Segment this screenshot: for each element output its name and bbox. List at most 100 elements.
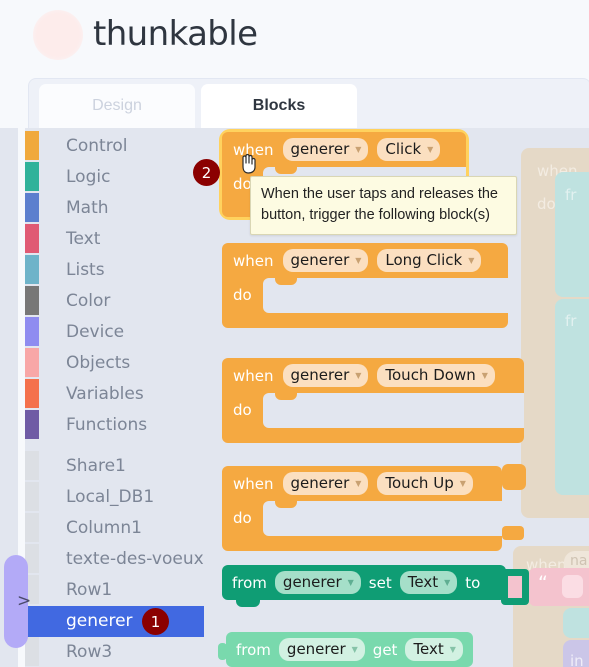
- when-long-click-body[interactable]: when generer ▼ Long Click ▼ do: [222, 243, 508, 328]
- palette-item-generer[interactable]: generer: [25, 606, 204, 637]
- category-color-chip: [25, 162, 39, 191]
- property-dropdown-label: Text: [413, 640, 444, 658]
- component-dropdown-generer[interactable]: generer ▼: [282, 138, 369, 161]
- palette-item-local-db1[interactable]: Local_DB1: [25, 482, 204, 513]
- palette-category-device[interactable]: Device: [25, 317, 204, 348]
- palette-category-functions[interactable]: Functions: [25, 410, 204, 441]
- category-color-chip: [25, 379, 39, 408]
- annotation-badge-2: 2: [193, 159, 220, 186]
- chevron-down-icon: ▼: [459, 478, 466, 488]
- component-dropdown-generer[interactable]: generer ▼: [278, 638, 365, 661]
- do-label: do: [233, 286, 252, 304]
- property-dropdown-text[interactable]: Text ▼: [405, 638, 463, 661]
- event-dropdown-label: Touch Down: [385, 366, 476, 384]
- chevron-down-icon: ▼: [468, 255, 475, 265]
- background-green-plug-notch: [508, 576, 522, 598]
- property-dropdown-label: Text: [407, 573, 439, 591]
- palette-item-column1[interactable]: Column1: [25, 513, 204, 544]
- component-dropdown-generer[interactable]: generer ▼: [282, 364, 369, 387]
- event-dropdown-label: Long Click: [385, 251, 463, 269]
- thunkable-blob-logo[interactable]: [33, 10, 85, 60]
- palette-category-lists[interactable]: Lists: [25, 255, 204, 286]
- chevron-down-icon: ▼: [427, 144, 434, 154]
- block-when-touch-down[interactable]: when generer ▼ Touch Down ▼ do: [222, 358, 524, 443]
- component-dropdown-generer[interactable]: generer ▼: [282, 472, 369, 495]
- hand-cursor-icon: [238, 152, 258, 178]
- chevron-down-icon: ▼: [355, 478, 362, 488]
- getter-body[interactable]: from generer ▼ get Text ▼: [218, 632, 473, 667]
- brand-title: thunkable: [93, 14, 258, 54]
- category-label: Control: [66, 136, 128, 156]
- palette-category-text[interactable]: Text: [25, 224, 204, 255]
- property-dropdown-text[interactable]: Text ▼: [399, 571, 458, 594]
- component-chip: [25, 482, 39, 511]
- category-label: Lists: [66, 260, 105, 280]
- category-label: Text: [66, 229, 101, 249]
- palette-category-variables[interactable]: Variables: [25, 379, 204, 410]
- when-keyword: when: [233, 474, 274, 493]
- category-color-chip: [25, 348, 39, 377]
- category-label: Device: [66, 322, 125, 342]
- block-from-get-text[interactable]: from generer ▼ get Text ▼: [218, 632, 473, 667]
- block-foot: [222, 433, 524, 443]
- bottom-notch: [236, 599, 260, 607]
- palette-category-math[interactable]: Math: [25, 193, 204, 224]
- tooltip-line-1: When the user taps and releases the: [261, 186, 498, 202]
- event-dropdown-click[interactable]: Click ▼: [377, 138, 441, 161]
- category-label: Logic: [66, 167, 111, 187]
- palette-item-texte-des-voeux[interactable]: texte-des-voeux: [25, 544, 204, 575]
- do-label: do: [233, 509, 252, 527]
- event-dropdown-label: Click: [385, 140, 422, 158]
- do-slot[interactable]: [262, 393, 524, 428]
- palette-item-share1[interactable]: Share1: [25, 451, 204, 482]
- get-keyword: get: [372, 640, 398, 659]
- category-label: Math: [66, 198, 109, 218]
- block-from-set-text[interactable]: from generer ▼ set Text ▼ to: [222, 565, 507, 607]
- app-header: thunkable: [0, 0, 589, 70]
- block-tooltip: When the user taps and releases the butt…: [250, 176, 517, 236]
- background-teal-block-1: fr: [555, 172, 589, 297]
- component-label: Row3: [66, 642, 113, 662]
- background-orange-stub-1: [502, 464, 526, 490]
- chevron-down-icon: ▼: [351, 644, 358, 654]
- when-touch-up-body[interactable]: when generer ▼ Touch Up ▼ do: [222, 466, 502, 551]
- component-dropdown-generer[interactable]: generer ▼: [274, 571, 361, 594]
- tab-design[interactable]: Design: [39, 84, 195, 128]
- background-teal-block-3: [563, 608, 589, 638]
- thunkable-blocks-editor: thunkable Design Blocks when do fr fr wh…: [0, 0, 589, 667]
- chevron-down-icon: ▼: [449, 644, 456, 654]
- palette-item-row1[interactable]: Row1: [25, 575, 204, 606]
- setter-body[interactable]: from generer ▼ set Text ▼ to: [222, 565, 507, 600]
- category-label: Variables: [66, 384, 144, 404]
- component-label: Row1: [66, 580, 113, 600]
- component-chip: [25, 637, 39, 666]
- palette-item-row3[interactable]: Row3: [25, 637, 204, 667]
- event-dropdown-long-click[interactable]: Long Click ▼: [377, 249, 482, 272]
- block-foot: [222, 541, 502, 551]
- component-dropdown-generer[interactable]: generer ▼: [282, 249, 369, 272]
- component-chip: [25, 513, 39, 542]
- event-dropdown-touch-up[interactable]: Touch Up ▼: [377, 472, 473, 495]
- palette-category-logic[interactable]: Logic: [25, 162, 204, 193]
- component-dropdown-label: generer: [290, 474, 350, 492]
- palette-category-control[interactable]: Control: [25, 131, 204, 162]
- category-color-chip: [25, 255, 39, 284]
- logo-halo: [33, 10, 83, 60]
- do-slot[interactable]: [262, 501, 502, 536]
- chevron-down-icon: ▼: [481, 370, 488, 380]
- slot-notch: [274, 167, 297, 174]
- chevron-right-icon: >: [17, 591, 32, 611]
- component-label: Local_DB1: [66, 487, 155, 507]
- chevron-down-icon: ▼: [444, 577, 451, 587]
- palette-category-color[interactable]: Color: [25, 286, 204, 317]
- when-touch-down-body[interactable]: when generer ▼ Touch Down ▼ do: [222, 358, 524, 443]
- category-color-chip: [25, 224, 39, 253]
- block-when-long-click[interactable]: when generer ▼ Long Click ▼ do: [222, 243, 508, 328]
- tab-blocks[interactable]: Blocks: [201, 84, 357, 128]
- palette-category-objects[interactable]: Objects: [25, 348, 204, 379]
- block-when-touch-up[interactable]: when generer ▼ Touch Up ▼ do: [222, 466, 502, 551]
- event-dropdown-touch-down[interactable]: Touch Down ▼: [377, 364, 495, 387]
- blocks-palette: Control Logic Math Text Lists Color Devi…: [4, 128, 204, 667]
- palette-drawer-toggle[interactable]: >: [4, 555, 32, 648]
- do-slot[interactable]: [262, 278, 508, 313]
